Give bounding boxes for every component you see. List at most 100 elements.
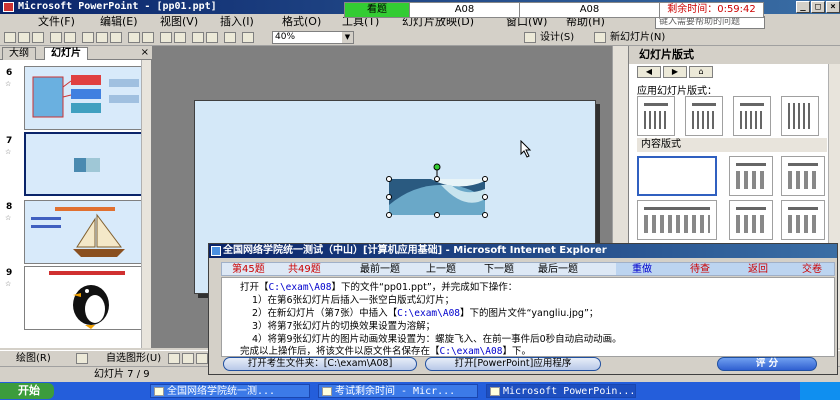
slide-number-7: 7 [6,136,13,146]
layout-two-column[interactable] [733,96,771,136]
home-icon[interactable]: ⌂ [689,66,713,78]
close-button[interactable]: × [826,1,840,13]
undo-icon[interactable] [128,32,140,43]
taskbar-exam-window[interactable]: 全国网络学院统一测... [150,384,310,398]
slide-thumb-6[interactable] [24,66,148,130]
draw-menu-button[interactable]: 绘图(R) [16,353,51,365]
menu-insert[interactable]: 插入(I) [220,16,254,28]
layout-title-only[interactable] [637,96,675,136]
grid-icon[interactable] [206,32,218,43]
new-slide-icon[interactable] [594,32,606,43]
path-text: C:\exam\A08 [397,308,461,319]
layout-content-5[interactable] [781,200,825,240]
layout-content-1[interactable] [729,156,773,196]
copy-icon[interactable] [96,32,108,43]
pending-button[interactable]: 待查 [690,264,710,276]
question-content: 打开【C:\exam\A08】下的文件“pp01.ppt”，并完成如下操作： 1… [221,277,835,357]
system-tray[interactable] [800,382,840,400]
layout-content-3[interactable] [637,200,717,240]
cut-icon[interactable] [82,32,94,43]
rectangle-icon[interactable] [196,353,208,364]
slide-8-preview [31,207,125,257]
tab-slides[interactable]: 幻灯片 [44,47,88,60]
design-button[interactable]: 设计(S) [540,32,574,44]
prev-question-button[interactable]: 上一题 [426,264,456,276]
menu-edit[interactable]: 编辑(E) [100,16,138,28]
new-icon[interactable] [4,32,16,43]
first-question-button[interactable]: 最前一题 [360,264,400,276]
taskbar-label: 考试剩余时间 - Micr... [335,386,456,397]
slide-thumb-7[interactable] [24,132,148,196]
paste-icon[interactable] [110,32,122,43]
task-step-4: 4）将第9张幻灯片的图片动画效果设置为：螺旋飞入、在前一事件后0秒自动启动动画。 [252,334,622,345]
new-slide-button[interactable]: 新幻灯片(N) [610,32,665,44]
taskbar-timer-window[interactable]: 考试剩余时间 - Micr... [318,384,478,398]
return-button[interactable]: 返回 [748,264,768,276]
layout-blank[interactable] [637,156,717,196]
taskbar-powerpoint[interactable]: Microsoft PowerPoin... [486,384,636,398]
autoshapes-button[interactable]: 自选图形(U) [106,353,161,365]
table-icon[interactable] [174,32,186,43]
maximize-button[interactable]: □ [811,1,825,13]
content-layouts-row-1 [637,156,833,200]
powerpoint-icon [3,2,14,12]
layout-vertical-text[interactable] [781,96,819,136]
mouse-cursor-icon [520,140,532,158]
slides-panel-scrollbar[interactable] [141,60,151,348]
animation-star-icon: ☆ [5,280,12,288]
exam-window-titlebar[interactable]: 全国网络学院统一测试（中山）[计算机应用基础] - Microsoft Inte… [209,244,837,258]
chart-icon[interactable] [160,32,172,43]
start-button[interactable]: 开始 [0,383,54,399]
taskbar: 开始 全国网络学院统一测... 考试剩余时间 - Micr... Microso… [0,382,840,400]
color-icon[interactable] [224,32,236,43]
arrow-icon[interactable] [182,353,194,364]
score-button[interactable]: 评 分 [717,357,817,371]
next-question-button[interactable]: 下一题 [484,264,514,276]
layout-content-4[interactable] [729,200,773,240]
remaining-time: 剩余时间：0:59:42 [659,3,763,17]
close-icon[interactable]: × [141,47,149,58]
back-icon[interactable]: ◀ [637,66,661,78]
forward-icon[interactable]: ▶ [663,66,687,78]
layout-content-2[interactable] [781,156,825,196]
chevron-down-icon[interactable]: ▼ [342,32,353,43]
menu-format[interactable]: 格式(O) [282,16,321,28]
submit-button[interactable]: 交卷 [802,264,822,276]
menu-view[interactable]: 视图(V) [160,16,198,28]
redo-button[interactable]: 重做 [632,264,652,276]
slide-counter: 幻灯片 7 / 9 [94,369,150,380]
zoom-select[interactable]: 40% ▼ [272,31,354,44]
exam-status[interactable]: 看题 [345,3,409,17]
expand-icon[interactable] [192,32,204,43]
exam-window-title: 全国网络学院统一测试（中山）[计算机应用基础] - Microsoft Inte… [223,245,607,256]
task-step-1: 1）在第6张幻灯片后插入一张空白版式幻灯片； [252,295,455,306]
open-icon[interactable] [18,32,30,43]
redo-icon[interactable] [142,32,154,43]
line-icon[interactable] [168,353,180,364]
exam-code-1: A08 [409,3,519,17]
slide-number-8: 8 [6,202,13,212]
menu-file[interactable]: 文件(F) [38,16,75,28]
minimize-button[interactable]: _ [796,1,810,13]
select-arrow-icon[interactable] [76,353,88,364]
text: 】下的图片文件“yangliu.jpg”； [460,308,599,319]
help-icon[interactable] [242,32,254,43]
slide-thumb-8[interactable] [24,200,148,264]
save-icon[interactable] [32,32,44,43]
rotate-handle[interactable] [433,163,441,171]
exam-window: 全国网络学院统一测试（中山）[计算机应用基础] - Microsoft Inte… [208,243,838,375]
content-layouts-row-2 [637,200,833,244]
exam-code-2: A08 [519,3,659,17]
zoom-value: 40% [275,32,296,42]
apply-layout-label: 应用幻灯片版式： [637,86,717,97]
open-app-button[interactable]: 打开[PowerPoint]应用程序 [425,357,601,371]
tab-outline[interactable]: 大纲 [2,47,36,60]
slide-thumb-9[interactable] [24,266,148,330]
layout-title-text[interactable] [685,96,723,136]
last-question-button[interactable]: 最后一题 [538,264,578,276]
print-icon[interactable] [50,32,62,43]
preview-icon[interactable] [64,32,76,43]
design-icon[interactable] [524,32,536,43]
open-folder-button[interactable]: 打开考生文件夹：[C:\exam\A08] [223,357,417,371]
question-nav: 第45题 共49题 最前一题 上一题 下一题 最后一题 重做 待查 返回 交卷 [221,262,835,276]
